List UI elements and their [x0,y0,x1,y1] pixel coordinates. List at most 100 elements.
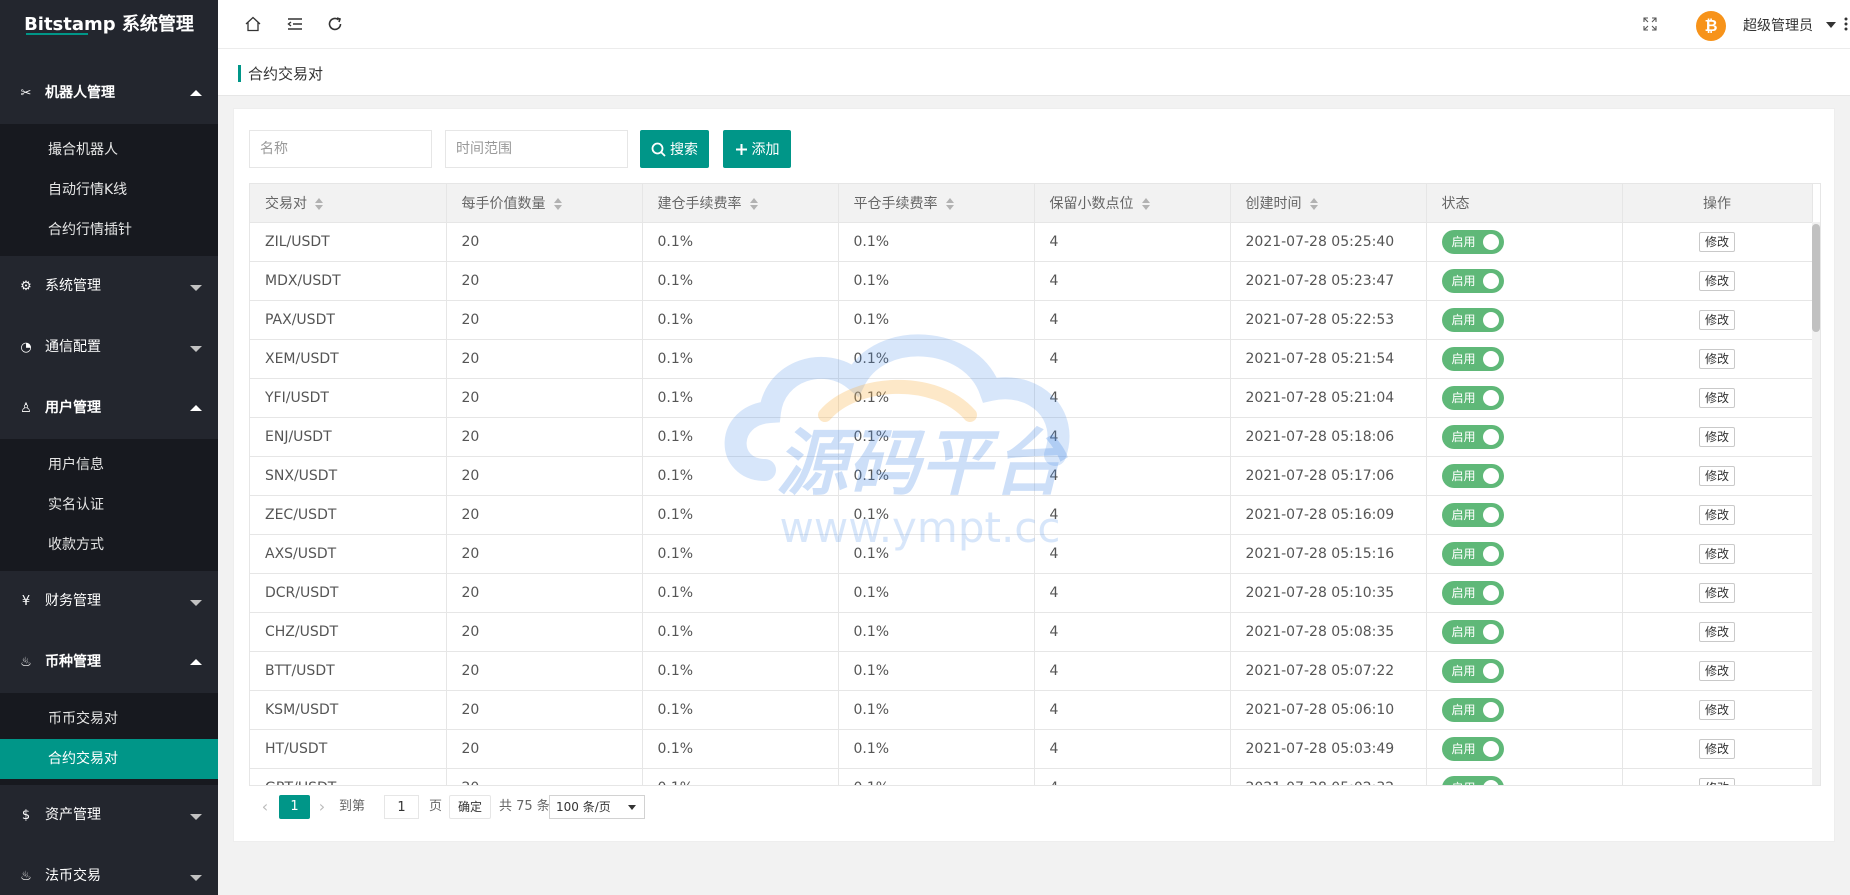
edit-button[interactable]: 修改 [1698,738,1735,759]
status-toggle[interactable]: 启用 [1441,268,1504,293]
sidebar-item[interactable]: 合约行情插针 [0,210,218,250]
edit-button[interactable]: 修改 [1698,504,1735,525]
sort-icon[interactable] [553,197,562,210]
sort-icon[interactable] [315,197,323,210]
table-cell: 2021-07-28 05:18:06 [1230,417,1427,457]
action-cell: 修改 [1622,222,1813,262]
status-toggle[interactable]: 启用 [1441,697,1504,722]
status-toggle[interactable]: 启用 [1441,580,1504,605]
edit-button[interactable]: 修改 [1698,348,1735,369]
edit-button[interactable]: 修改 [1698,465,1735,486]
column-header[interactable]: 每手价值数量 [446,184,643,223]
more-icon[interactable] [1842,14,1850,34]
edit-button[interactable]: 修改 [1698,699,1735,720]
sidebar-group-label: 系统管理 [45,278,101,294]
sort-icon[interactable] [749,197,758,210]
search-button[interactable]: 搜索 [640,130,709,168]
edit-button[interactable]: 修改 [1698,543,1735,564]
action-cell: 修改 [1622,534,1813,574]
table-cell: 4 [1034,768,1231,785]
search-button-label: 搜索 [670,142,698,158]
table-row: HT/USDT 20 0.1% 0.1% 4 2021-07-28 05:03:49 启用修… [250,729,1813,769]
table-cell: 0.1% [642,690,839,730]
status-toggle[interactable]: 启用 [1441,502,1504,527]
sidebar-group-7[interactable]: ♨ 法币交易 [0,846,218,895]
status-toggle[interactable]: 启用 [1441,229,1504,254]
column-header[interactable]: 交易对 [250,184,447,223]
sidebar-group-label: 法币交易 [45,868,101,884]
table-cell: 0.1% [642,651,839,691]
refresh-icon[interactable] [325,14,345,34]
page-1-button[interactable]: 1 [279,795,310,819]
table-cell: 0.1% [838,261,1035,301]
table-cell: 0.1% [838,729,1035,769]
table-cell: 0.1% [642,534,839,574]
edit-button[interactable]: 修改 [1698,426,1735,447]
fullscreen-icon[interactable] [1640,14,1660,34]
column-header[interactable]: 保留小数点位 [1034,184,1231,223]
sort-icon[interactable] [945,197,954,210]
sort-icon[interactable] [1309,197,1318,210]
sidebar-group-4[interactable]: ¥ 财务管理 [0,571,218,632]
scrollbar-thumb[interactable] [1812,224,1820,332]
avatar[interactable]: ₿ [1696,11,1726,41]
status-toggle[interactable]: 启用 [1441,346,1504,371]
sidebar-group-1[interactable]: ⚙ 系统管理 [0,256,218,317]
edit-button[interactable]: 修改 [1698,777,1735,785]
status-toggle[interactable]: 启用 [1441,307,1504,332]
sidebar-item[interactable]: 用户信息 [0,445,218,485]
table-row: CHZ/USDT 20 0.1% 0.1% 4 2021-07-28 05:08:35 启用… [250,612,1813,652]
column-header[interactable]: 创建时间 [1230,184,1427,223]
edit-button[interactable]: 修改 [1698,582,1735,603]
user-name[interactable]: 超级管理员 [1743,15,1813,35]
sidebar-item[interactable]: 币币交易对 [0,699,218,739]
goto-confirm-button[interactable]: 确定 [449,795,492,819]
status-toggle[interactable]: 启用 [1441,736,1504,761]
column-header[interactable]: 平仓手续费率 [838,184,1035,223]
add-button[interactable]: 添加 [723,130,791,168]
table-row: XEM/USDT 20 0.1% 0.1% 4 2021-07-28 05:21:54 启用… [250,339,1813,379]
sidebar-item[interactable]: 自动行情K线 [0,170,218,210]
sidebar-item[interactable]: 收款方式 [0,525,218,565]
table-cell: 0.1% [838,651,1035,691]
page-size-select[interactable]: 100 条/页 [549,795,645,819]
sidebar-group-0[interactable]: ✂ 机器人管理 [0,63,218,124]
edit-button[interactable]: 修改 [1698,309,1735,330]
edit-button[interactable]: 修改 [1698,660,1735,681]
sidebar-group-2[interactable]: ◔ 通信配置 [0,317,218,378]
edit-button[interactable]: 修改 [1698,621,1735,642]
goto-page-input[interactable] [384,795,419,819]
status-toggle[interactable]: 启用 [1441,424,1504,449]
name-search-input[interactable] [249,130,432,168]
chevron-down-icon[interactable] [1826,22,1836,28]
sidebar-item[interactable]: 实名认证 [0,485,218,525]
edit-button[interactable]: 修改 [1698,387,1735,408]
status-toggle[interactable]: 启用 [1441,541,1504,566]
table-cell: 0.1% [642,573,839,613]
sidebar-item[interactable]: 合约交易对 [0,739,218,779]
menu-toggle-icon[interactable] [285,14,305,34]
edit-button[interactable]: 修改 [1698,270,1735,291]
table-cell: 0.1% [838,573,1035,613]
status-toggle[interactable]: 启用 [1441,463,1504,488]
chevron-up-icon [190,89,202,96]
home-icon[interactable] [243,14,263,34]
sort-icon[interactable] [1141,197,1150,210]
status-toggle[interactable]: 启用 [1441,775,1504,785]
status-toggle[interactable]: 启用 [1441,658,1504,683]
time-range-input[interactable] [445,130,628,168]
column-header[interactable]: 建仓手续费率 [642,184,839,223]
next-page-button[interactable]: › [312,795,332,819]
sidebar-item[interactable]: 撮合机器人 [0,130,218,170]
prev-page-button[interactable]: ‹ [255,795,275,819]
sidebar-group-3[interactable]: ♙ 用户管理 [0,378,218,439]
table-cell: DCR/USDT [250,573,447,613]
sidebar-group-5[interactable]: ♨ 币种管理 [0,632,218,693]
status-toggle[interactable]: 启用 [1441,619,1504,644]
status-toggle[interactable]: 启用 [1441,385,1504,410]
column-header-label: 状态 [1441,195,1470,212]
sidebar-group-6[interactable]: $ 资产管理 [0,785,218,846]
edit-button[interactable]: 修改 [1698,231,1735,252]
toggle-knob [1482,389,1499,406]
table-cell: 2021-07-28 05:25:40 [1230,222,1427,262]
